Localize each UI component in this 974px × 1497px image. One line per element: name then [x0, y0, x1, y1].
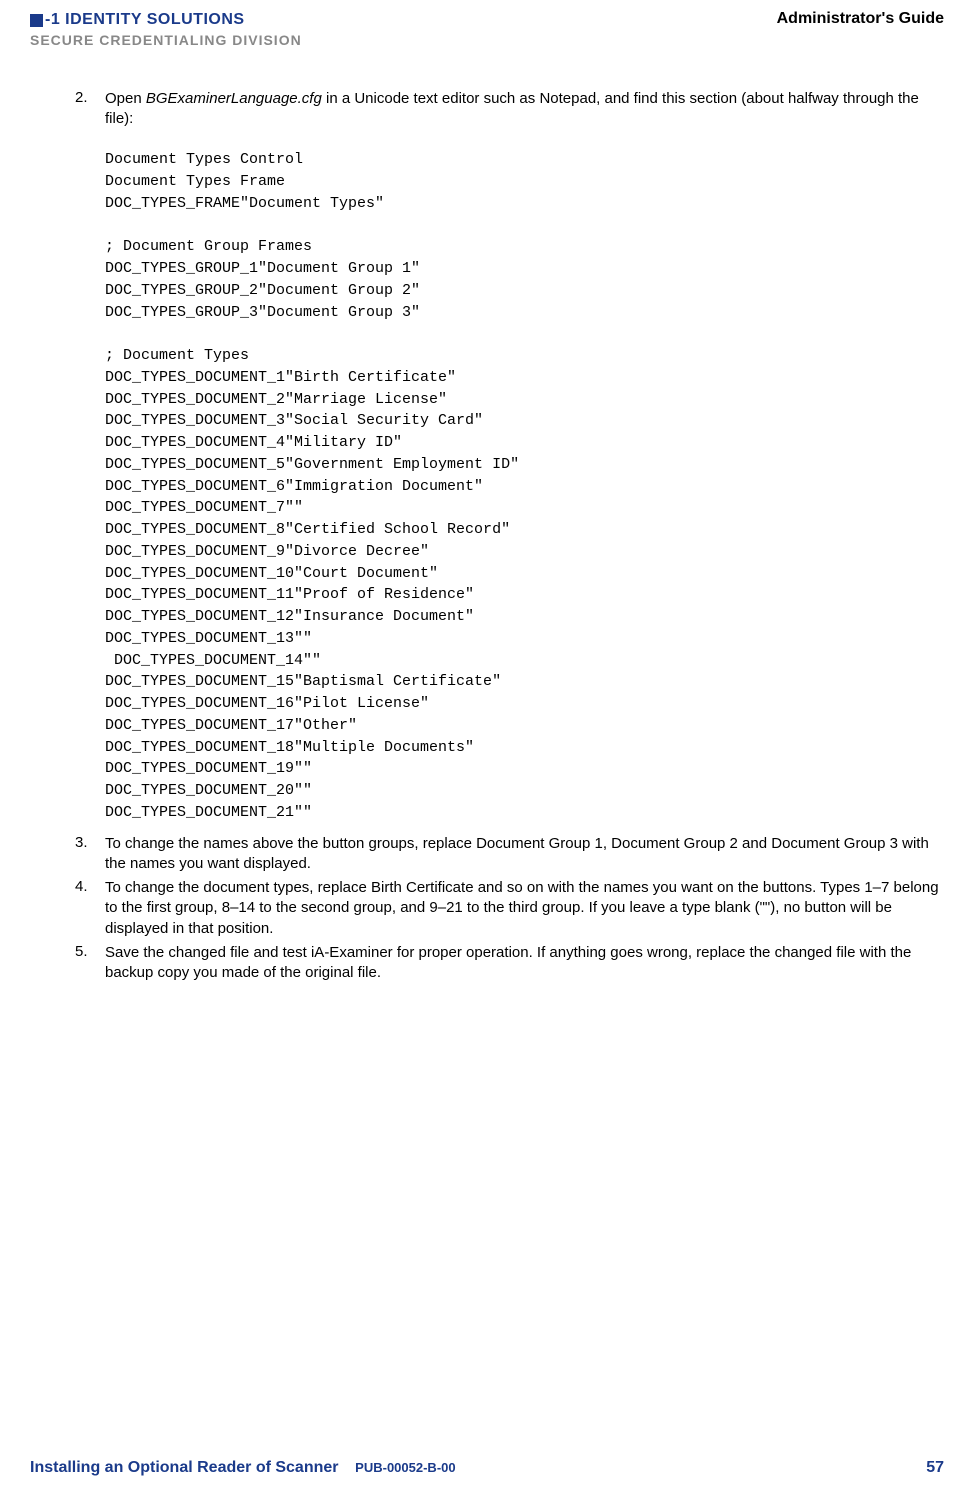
footer-left-group: Installing an Optional Reader of Scanner…: [30, 1459, 456, 1477]
company-logo: -1 IDENTITY SOLUTIONS SECURE CREDENTIALI…: [30, 10, 302, 49]
step-4: 4. To change the document types, replace…: [75, 878, 944, 939]
step-number: 2.: [75, 89, 105, 130]
logo-text-1: -1 IDENTITY SOLUTIONS: [45, 11, 245, 28]
step-text: Save the changed file and test iA-Examin…: [105, 943, 944, 984]
logo-square-icon: [30, 14, 43, 27]
step-5: 5. Save the changed file and test iA-Exa…: [75, 943, 944, 984]
step-number: 5.: [75, 943, 105, 984]
step-text: Open BGExaminerLanguage.cfg in a Unicode…: [105, 89, 944, 130]
text-pre: Open: [105, 90, 146, 107]
page-footer: Installing an Optional Reader of Scanner…: [30, 1459, 944, 1477]
step-number: 4.: [75, 878, 105, 939]
code-block: Document Types Control Document Types Fr…: [105, 149, 944, 823]
footer-pub-number: PUB-00052-B-00: [355, 1460, 455, 1475]
step-text: To change the document types, replace Bi…: [105, 878, 944, 939]
filename-italic: BGExaminerLanguage.cfg: [146, 90, 322, 107]
document-title: Administrator's Guide: [777, 10, 944, 28]
footer-section-title: Installing an Optional Reader of Scanner: [30, 1459, 339, 1476]
footer-page-number: 57: [926, 1459, 944, 1477]
main-content: 2. Open BGExaminerLanguage.cfg in a Unic…: [30, 89, 944, 984]
step-3: 3. To change the names above the button …: [75, 834, 944, 875]
step-2: 2. Open BGExaminerLanguage.cfg in a Unic…: [75, 89, 944, 130]
logo-text-2: SECURE CREDENTIALING DIVISION: [30, 31, 302, 49]
step-text: To change the names above the button gro…: [105, 834, 944, 875]
page-header: -1 IDENTITY SOLUTIONS SECURE CREDENTIALI…: [30, 10, 944, 49]
step-number: 3.: [75, 834, 105, 875]
logo-line-1: -1 IDENTITY SOLUTIONS: [30, 10, 302, 31]
